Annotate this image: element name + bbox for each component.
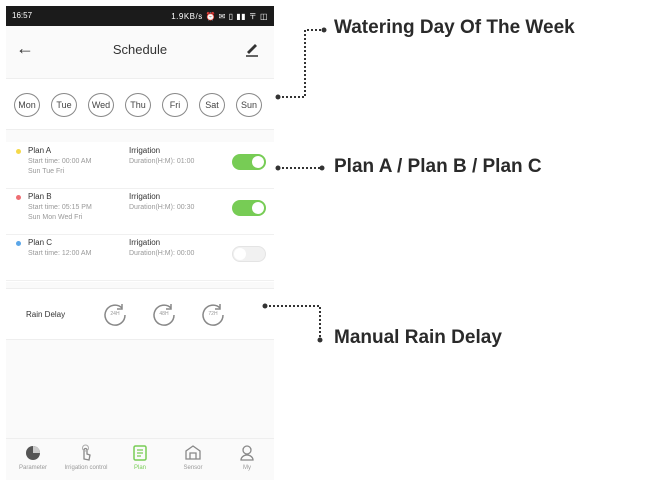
- annotation-leader-lines: [262, 27, 327, 343]
- annotation-rain-delay: Manual Rain Delay: [334, 327, 502, 348]
- annotation-watering-days: Watering Day Of The Week: [334, 17, 575, 38]
- annotation-plans: Plan A / Plan B / Plan C: [334, 156, 542, 177]
